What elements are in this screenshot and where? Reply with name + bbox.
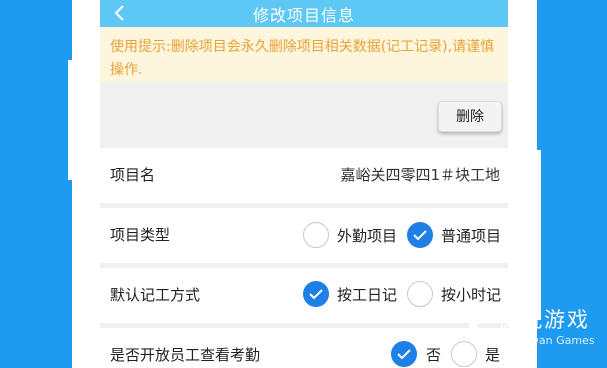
radio-by-hour[interactable]: [407, 281, 433, 307]
default-method-label: 默认记工方式: [110, 286, 201, 304]
project-name-row[interactable]: 项目名 嘉峪关四零四1＃块工地: [100, 148, 508, 203]
watermark: 仍玩游戏 Rengwan Games: [460, 302, 607, 368]
delete-button[interactable]: 删除: [438, 101, 502, 132]
check-icon: [309, 289, 323, 300]
option-no-label[interactable]: 否: [426, 345, 441, 365]
radio-field-project[interactable]: [303, 222, 329, 248]
option-normal-project-label[interactable]: 普通项目: [441, 226, 501, 246]
app-screen: 修改项目信息 使用提示:删除项目会永久删除项目相关数据(记工记录),请谨慎操作.…: [100, 0, 508, 368]
option-field-project-label[interactable]: 外勤项目: [337, 226, 397, 246]
check-icon: [413, 230, 427, 241]
page-title: 修改项目信息: [252, 6, 355, 25]
usage-notice: 使用提示:删除项目会永久删除项目相关数据(记工记录),请谨慎操作.: [100, 27, 508, 82]
radio-no[interactable]: [391, 341, 417, 367]
project-name-value[interactable]: 嘉峪关四零四1＃块工地: [340, 148, 500, 203]
watermark-name: 仍玩游戏: [498, 308, 590, 332]
check-icon: [397, 349, 411, 360]
project-type-label: 项目类型: [110, 226, 171, 244]
radio-normal-project[interactable]: [407, 222, 433, 248]
watermark-subtitle: Rengwan Games: [502, 334, 595, 347]
option-by-day-label[interactable]: 按工日记: [337, 285, 397, 305]
default-method-row: 默认记工方式 按工日记 按小时记: [100, 268, 508, 323]
title-bar: 修改项目信息: [100, 0, 508, 27]
attendance-visible-label: 是否开放员工查看考勤: [110, 346, 261, 364]
radio-by-day[interactable]: [303, 281, 329, 307]
project-name-label: 项目名: [110, 166, 156, 184]
phone-edge-right: [537, 150, 541, 320]
watermark-logo-icon: [464, 306, 494, 352]
attendance-visible-row: 是否开放员工查看考勤 否 是: [100, 328, 508, 368]
project-type-row: 项目类型 外勤项目 普通项目: [100, 208, 508, 263]
